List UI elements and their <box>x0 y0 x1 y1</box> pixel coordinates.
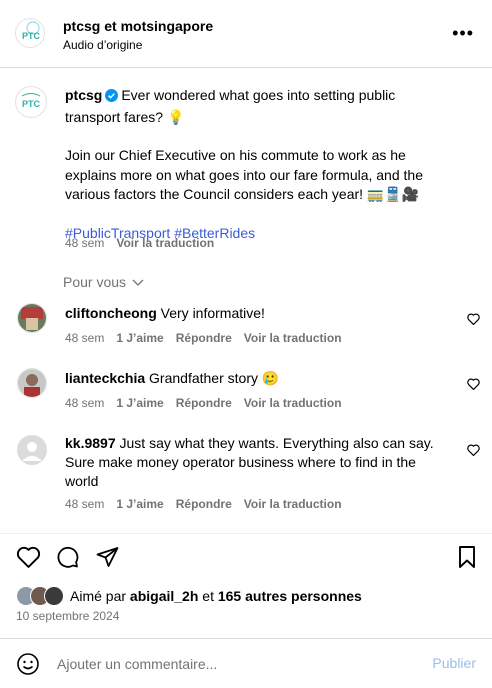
caption-username[interactable]: ptcsg <box>65 87 102 103</box>
post-caption: ptcsg Ever wondered what goes into settin… <box>65 86 445 243</box>
bookmark-icon[interactable] <box>456 545 478 574</box>
likes-summary: Aimé par abigail_2h et 165 autres person… <box>16 586 362 606</box>
comment-age: 48 sem <box>65 396 105 410</box>
more-options-icon[interactable]: ••• <box>452 24 474 42</box>
comment-icon[interactable] <box>55 545 80 574</box>
liker-avatar <box>44 586 64 606</box>
comment-likes[interactable]: 1 J’aime <box>116 331 163 345</box>
heart-icon[interactable] <box>467 312 480 330</box>
liked-by-others[interactable]: 165 autres personnes <box>218 588 362 604</box>
comment-text: Very informative! <box>160 305 265 321</box>
heart-icon[interactable] <box>16 545 41 574</box>
sort-label: Pour vous <box>63 274 127 290</box>
comment-meta: 48 sem 1 J’aime Répondre Voir la traduction <box>65 396 354 410</box>
translate-link[interactable]: Voir la traduction <box>244 396 342 410</box>
original-audio-link[interactable]: Audio d’origine <box>63 38 142 52</box>
comment-username[interactable]: cliftoncheong <box>65 305 157 321</box>
comment-avatar[interactable] <box>17 303 47 333</box>
emoji-icon[interactable] <box>16 652 40 681</box>
action-bar <box>0 545 492 575</box>
comment-text-block: cliftoncheong Very informative! <box>65 304 445 323</box>
liked-by-user[interactable]: abigail_2h <box>130 588 198 604</box>
chevron-down-icon <box>130 274 144 290</box>
header-title[interactable]: ptcsg et motsingapore <box>63 18 213 34</box>
svg-text:PTC: PTC <box>22 99 41 109</box>
divider <box>0 533 492 534</box>
verified-badge-icon <box>105 88 119 108</box>
caption-meta: 48 sem Voir la traduction <box>65 236 226 250</box>
caption-translate-link[interactable]: Voir la traduction <box>116 236 214 250</box>
comment-likes[interactable]: 1 J’aime <box>116 396 163 410</box>
comment-age: 48 sem <box>65 497 105 511</box>
comment-text-block: lianteckchia Grandfather story 🥲 <box>65 369 445 388</box>
caption-age: 48 sem <box>65 236 105 250</box>
reply-button[interactable]: Répondre <box>176 331 232 345</box>
share-icon[interactable] <box>95 545 120 574</box>
comment-username[interactable]: kk.9897 <box>65 435 116 451</box>
svg-text:PTC: PTC <box>22 31 41 41</box>
post-header: PTC ptcsg et motsingapore Audio d’origin… <box>0 0 492 68</box>
comment-meta: 48 sem 1 J’aime Répondre Voir la traduction <box>65 497 354 511</box>
translate-link[interactable]: Voir la traduction <box>244 497 342 511</box>
comment-input[interactable] <box>55 655 389 673</box>
comment-text: Grandfather story 🥲 <box>149 370 280 386</box>
caption-avatar[interactable]: PTC <box>15 86 47 118</box>
translate-link[interactable]: Voir la traduction <box>244 331 342 345</box>
liked-by-conj: et <box>202 588 214 604</box>
liked-by-prefix: Aimé par <box>70 588 127 604</box>
comment-username[interactable]: lianteckchia <box>65 370 145 386</box>
comment-likes[interactable]: 1 J’aime <box>116 497 163 511</box>
default-avatar-icon[interactable] <box>17 435 47 465</box>
comment-age: 48 sem <box>65 331 105 345</box>
sort-dropdown[interactable]: Pour vous <box>63 274 144 290</box>
comment-avatar[interactable] <box>17 368 47 398</box>
reply-button[interactable]: Répondre <box>176 497 232 511</box>
heart-icon[interactable] <box>467 443 480 461</box>
liker-avatars <box>16 586 68 606</box>
caption-line-2: Join our Chief Executive on his commute … <box>65 147 423 202</box>
comment-bar: Publier <box>0 638 492 688</box>
comment-text: Just say what they wants. Everything als… <box>65 435 434 489</box>
heart-icon[interactable] <box>467 377 480 395</box>
reply-button[interactable]: Répondre <box>176 396 232 410</box>
post-date: 10 septembre 2024 <box>16 609 120 623</box>
comment-text-block: kk.9897 Just say what they wants. Everyt… <box>65 434 445 491</box>
publish-button[interactable]: Publier <box>432 655 476 671</box>
ptcsg-avatar[interactable]: PTC <box>15 18 45 48</box>
comment-meta: 48 sem 1 J’aime Répondre Voir la traduction <box>65 331 354 345</box>
